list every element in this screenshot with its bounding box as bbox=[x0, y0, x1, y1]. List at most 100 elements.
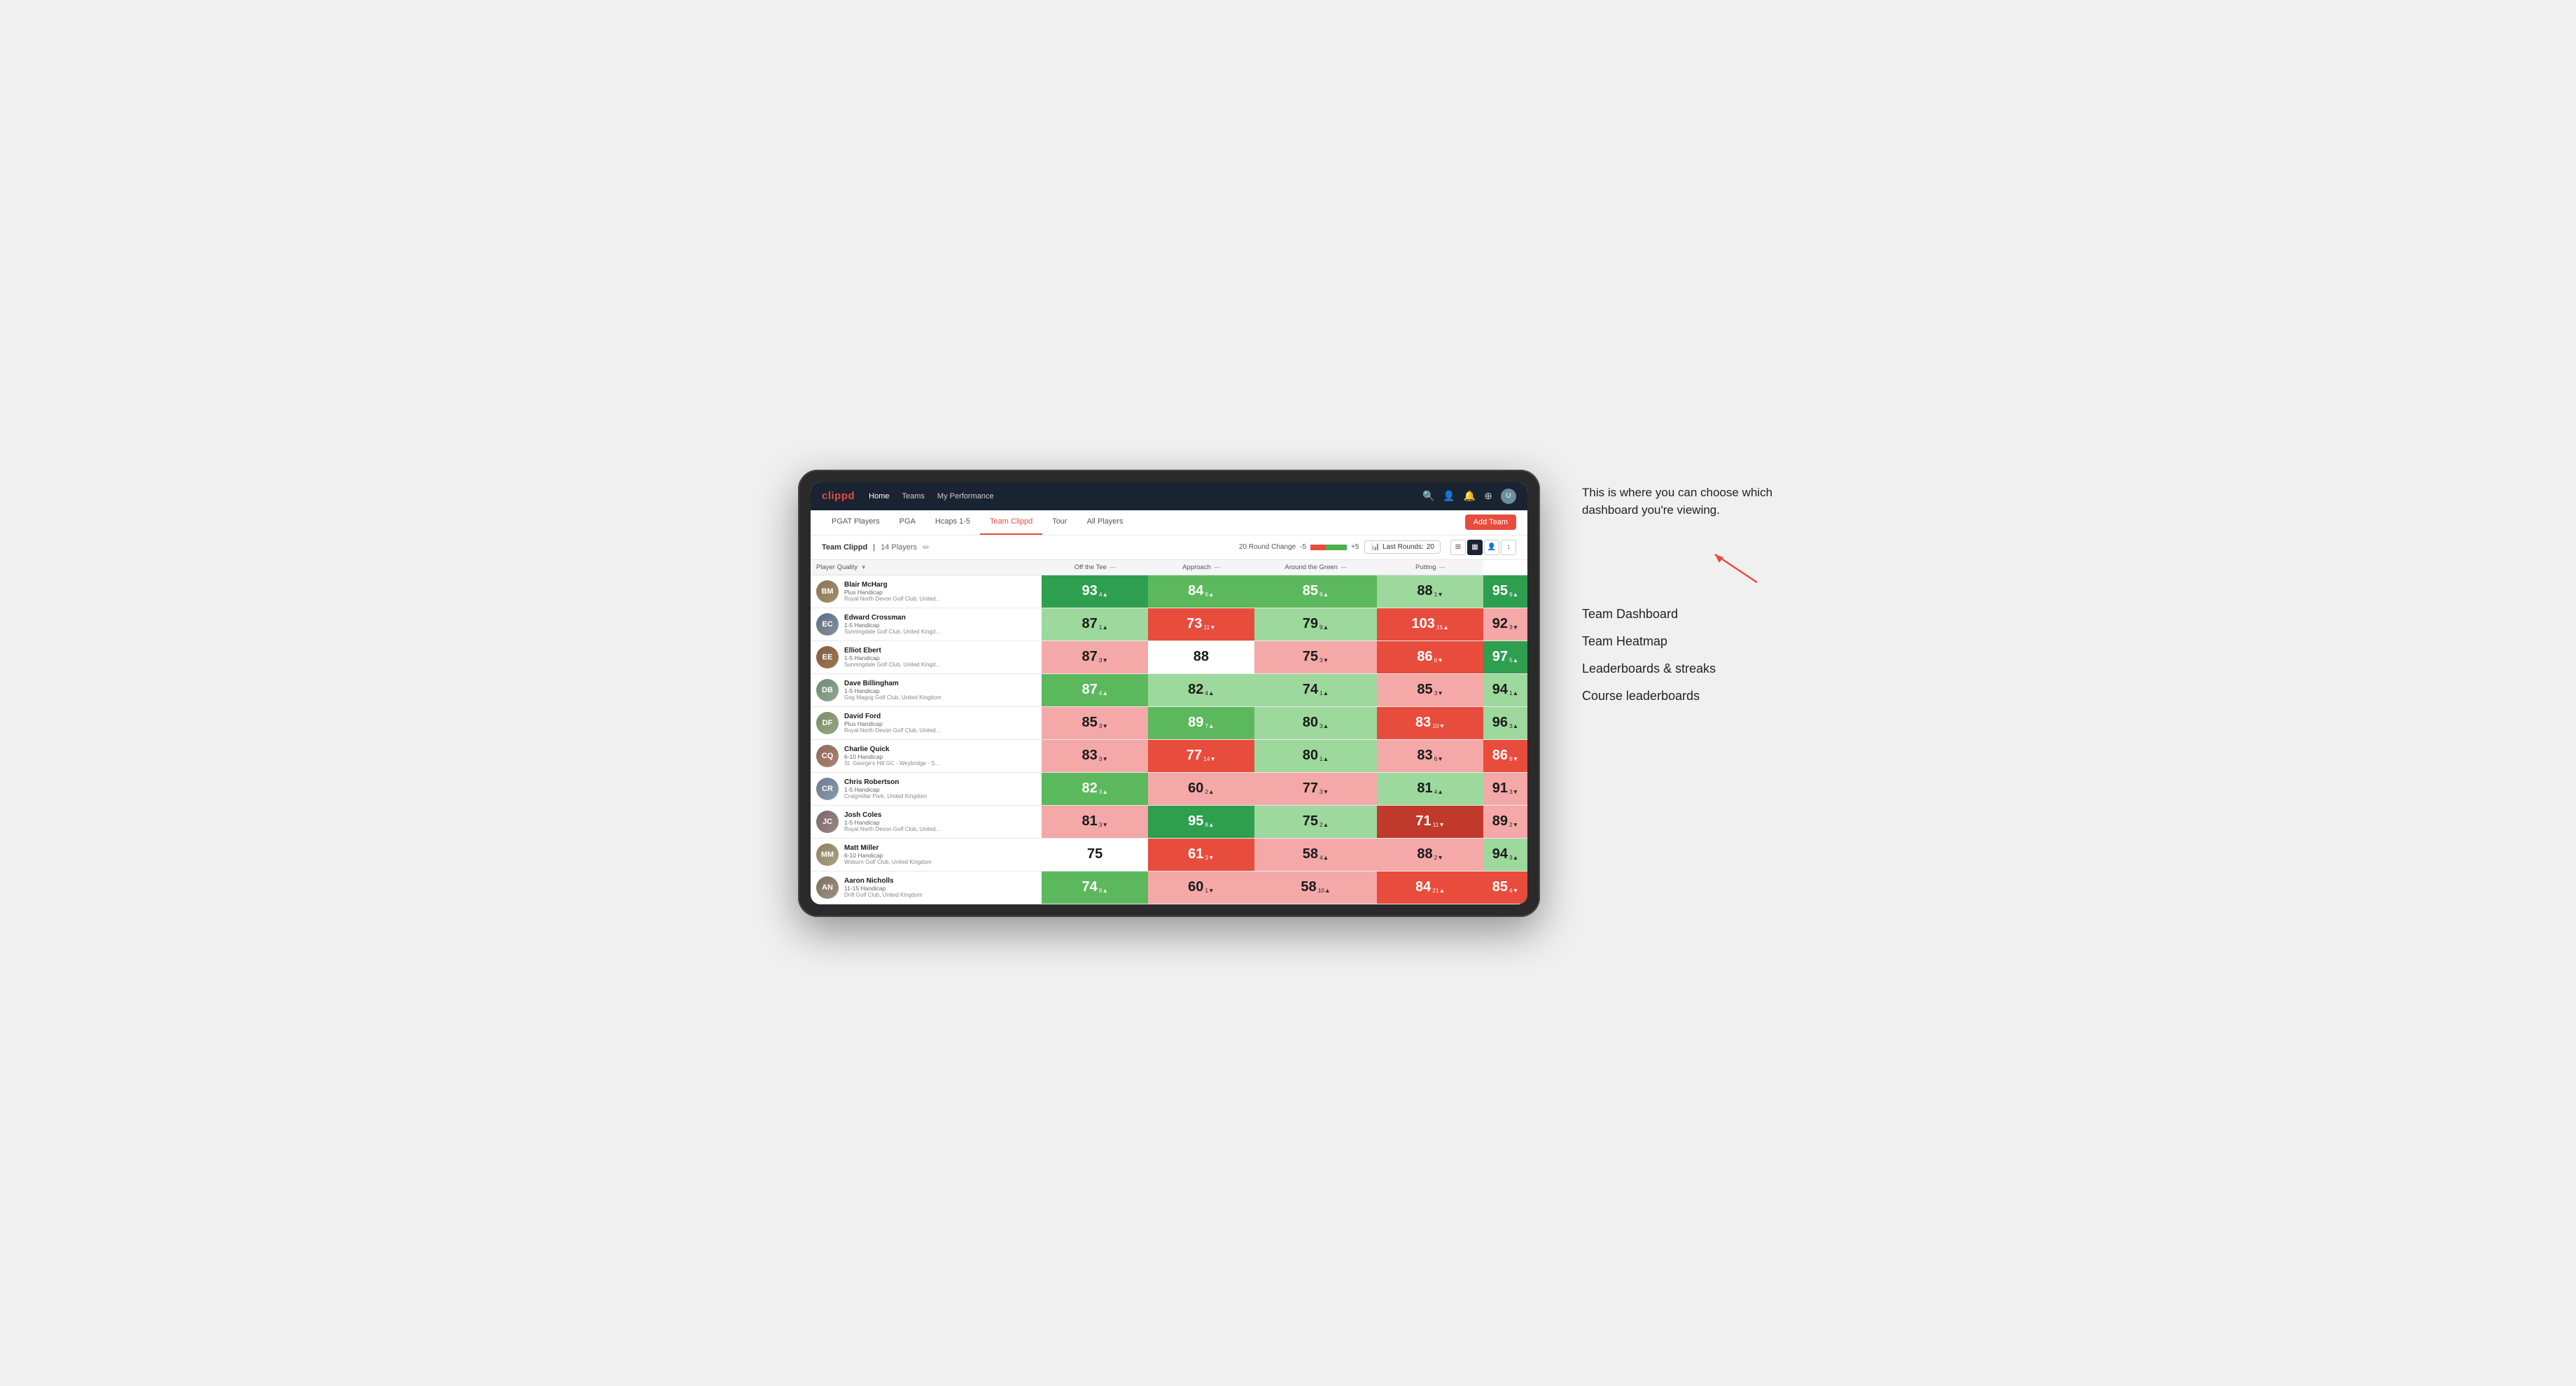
metric-cell-approach: 74 1▲ bbox=[1254, 673, 1378, 706]
player-name[interactable]: Elliot Ebert bbox=[844, 647, 942, 654]
sub-nav-tour[interactable]: Tour bbox=[1042, 510, 1077, 535]
metric-cell-around_green: 71 11▼ bbox=[1377, 805, 1483, 838]
metric-change: 6▲ bbox=[1205, 591, 1214, 598]
player-name[interactable]: Chris Robertson bbox=[844, 778, 927, 786]
player-name[interactable]: David Ford bbox=[844, 713, 942, 720]
player-avatar: EC bbox=[816, 613, 839, 636]
metric-score: 88 bbox=[1417, 583, 1432, 599]
metric-cell-putting: 97 5▲ bbox=[1483, 640, 1527, 673]
player-handicap: 1-5 Handicap bbox=[844, 819, 942, 826]
player-name[interactable]: Josh Coles bbox=[844, 811, 942, 819]
player-name[interactable]: Blair McHarg bbox=[844, 581, 942, 589]
sub-nav-pgat[interactable]: PGAT Players bbox=[822, 510, 890, 535]
metric-score: 80 bbox=[1303, 715, 1318, 731]
metric-change: 1▲ bbox=[1320, 690, 1329, 696]
metric-score: 84 bbox=[1188, 583, 1203, 599]
table-row[interactable]: CQ Charlie Quick 6-10 Handicap St. Georg… bbox=[811, 739, 1527, 772]
sub-nav-hcaps[interactable]: Hcaps 1-5 bbox=[925, 510, 980, 535]
view-user-icon[interactable]: 👤 bbox=[1484, 540, 1499, 555]
view-sort-icon[interactable]: ↕ bbox=[1501, 540, 1516, 555]
player-info-cell: AN Aaron Nicholls 11-15 Handicap Drift G… bbox=[811, 871, 1042, 904]
settings-icon[interactable]: ⊕ bbox=[1484, 490, 1492, 502]
metric-cell-off_tee: 88 bbox=[1148, 640, 1254, 673]
sub-nav-all-players[interactable]: All Players bbox=[1077, 510, 1133, 535]
menu-item-team-heatmap[interactable]: Team Heatmap bbox=[1582, 634, 1778, 649]
metric-change: 11▼ bbox=[1433, 821, 1445, 828]
metric-cell-around_green: 86 6▼ bbox=[1377, 640, 1483, 673]
metric-cell-around_green: 81 4▲ bbox=[1377, 772, 1483, 805]
add-team-button[interactable]: Add Team bbox=[1465, 514, 1516, 530]
table-row[interactable]: EC Edward Crossman 1-5 Handicap Sunningd… bbox=[811, 608, 1527, 640]
metric-cell-putting: 95 9▲ bbox=[1483, 575, 1527, 608]
view-table-icon[interactable]: ▦ bbox=[1467, 540, 1483, 555]
metric-score: 81 bbox=[1082, 813, 1097, 830]
menu-item-team-dashboard[interactable]: Team Dashboard bbox=[1582, 607, 1778, 622]
metric-cell-player_quality: 93 4▲ bbox=[1042, 575, 1148, 608]
round-change-section: 20 Round Change -5 +5 bbox=[1239, 543, 1359, 551]
sub-nav-pga[interactable]: PGA bbox=[890, 510, 925, 535]
player-name[interactable]: Matt Miller bbox=[844, 844, 932, 852]
round-change-bar bbox=[1310, 544, 1347, 551]
sub-nav: PGAT Players PGA Hcaps 1-5 Team Clippd T… bbox=[811, 510, 1527, 536]
col-player-quality[interactable]: Player Quality ▼ bbox=[811, 560, 1042, 575]
table-row[interactable]: CR Chris Robertson 1-5 Handicap Craigmil… bbox=[811, 772, 1527, 805]
metric-score: 81 bbox=[1417, 780, 1432, 797]
metric-change: 21▲ bbox=[1432, 887, 1445, 894]
metric-change: 1▲ bbox=[1320, 755, 1329, 762]
metric-change: 14▼ bbox=[1203, 755, 1216, 762]
player-avatar: EE bbox=[816, 646, 839, 668]
nav-link-teams[interactable]: Teams bbox=[902, 492, 925, 500]
red-arrow-svg bbox=[1708, 547, 1764, 589]
table-row[interactable]: BM Blair McHarg Plus Handicap Royal Nort… bbox=[811, 575, 1527, 608]
player-handicap: Plus Handicap bbox=[844, 720, 942, 727]
nav-link-my-performance[interactable]: My Performance bbox=[937, 492, 994, 500]
nav-link-home[interactable]: Home bbox=[869, 492, 889, 500]
bell-icon[interactable]: 🔔 bbox=[1464, 490, 1476, 502]
table-row[interactable]: DF David Ford Plus Handicap Royal North … bbox=[811, 706, 1527, 739]
player-handicap: 1-5 Handicap bbox=[844, 622, 942, 629]
bar-green bbox=[1326, 545, 1347, 550]
metric-score: 74 bbox=[1082, 879, 1097, 895]
player-club: Sunningdale Golf Club, United Kingdom bbox=[844, 662, 942, 668]
metric-score: 89 bbox=[1492, 813, 1508, 830]
player-handicap: 1-5 Handicap bbox=[844, 687, 941, 694]
metric-cell-player_quality: 87 3▼ bbox=[1042, 640, 1148, 673]
table-row[interactable]: MM Matt Miller 6-10 Handicap Woburn Golf… bbox=[811, 838, 1527, 871]
metric-change: 9▲ bbox=[1509, 591, 1518, 598]
metric-cell-off_tee: 84 6▲ bbox=[1148, 575, 1254, 608]
player-info-cell: EE Elliot Ebert 1-5 Handicap Sunningdale… bbox=[811, 640, 1042, 673]
search-icon[interactable]: 🔍 bbox=[1422, 490, 1434, 502]
table-row[interactable]: EE Elliot Ebert 1-5 Handicap Sunningdale… bbox=[811, 640, 1527, 673]
metric-cell-player_quality: 81 3▼ bbox=[1042, 805, 1148, 838]
player-name[interactable]: Dave Billingham bbox=[844, 680, 941, 687]
player-info-cell: DF David Ford Plus Handicap Royal North … bbox=[811, 706, 1042, 739]
profile-icon[interactable]: 👤 bbox=[1443, 490, 1455, 502]
menu-item-leaderboards[interactable]: Leaderboards & streaks bbox=[1582, 662, 1778, 676]
metric-change: 2▲ bbox=[1320, 821, 1329, 828]
player-handicap: Plus Handicap bbox=[844, 589, 942, 596]
view-grid-icon[interactable]: ⊞ bbox=[1450, 540, 1466, 555]
metric-score: 92 bbox=[1492, 616, 1508, 632]
player-name[interactable]: Edward Crossman bbox=[844, 614, 942, 622]
metric-cell-off_tee: 61 3▼ bbox=[1148, 838, 1254, 871]
table-row[interactable]: JC Josh Coles 1-5 Handicap Royal North D… bbox=[811, 805, 1527, 838]
player-name[interactable]: Charlie Quick bbox=[844, 746, 942, 753]
col-approach[interactable]: Approach — bbox=[1148, 560, 1254, 575]
metric-change: 3▼ bbox=[1099, 821, 1108, 828]
edit-icon[interactable]: ✏ bbox=[923, 542, 930, 552]
sub-nav-team-clippd[interactable]: Team Clippd bbox=[980, 510, 1042, 535]
table-row[interactable]: AN Aaron Nicholls 11-15 Handicap Drift G… bbox=[811, 871, 1527, 904]
metric-change: 9▲ bbox=[1320, 624, 1329, 631]
col-around-green[interactable]: Around the Green — bbox=[1254, 560, 1378, 575]
col-off-tee[interactable]: Off the Tee — bbox=[1042, 560, 1148, 575]
menu-item-course-leaderboards[interactable]: Course leaderboards bbox=[1582, 689, 1778, 704]
col-putting[interactable]: Putting — bbox=[1377, 560, 1483, 575]
player-avatar: AN bbox=[816, 876, 839, 899]
player-name[interactable]: Aaron Nicholls bbox=[844, 877, 923, 885]
avatar[interactable]: U bbox=[1501, 489, 1516, 504]
metric-cell-putting: 85 4▼ bbox=[1483, 871, 1527, 904]
table-row[interactable]: DB Dave Billingham 1-5 Handicap Gog Mago… bbox=[811, 673, 1527, 706]
player-handicap: 1-5 Handicap bbox=[844, 786, 927, 793]
last-rounds-button[interactable]: 📊 Last Rounds: 20 bbox=[1364, 540, 1441, 554]
metric-score: 82 bbox=[1188, 682, 1203, 698]
